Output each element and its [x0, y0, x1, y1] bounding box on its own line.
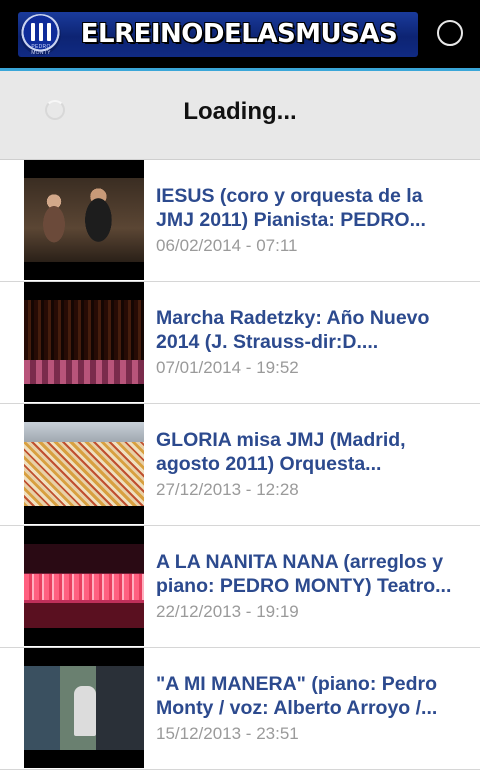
- video-list-item[interactable]: "A MI MANERA" (piano: Pedro Monty / voz:…: [0, 648, 480, 770]
- site-banner[interactable]: PEDRO MONTY ELREINODELASMUSAS: [18, 12, 418, 57]
- video-title[interactable]: A LA NANITA NANA (arreglos y piano: PEDR…: [156, 550, 466, 598]
- video-date: 07/01/2014 - 19:52: [156, 358, 299, 377]
- video-thumbnail[interactable]: [24, 282, 144, 402]
- video-list-item[interactable]: GLORIA misa JMJ (Madrid, agosto 2011) Or…: [0, 404, 480, 526]
- video-title[interactable]: IESUS (coro y orquesta de la JMJ 2011) P…: [156, 184, 466, 232]
- app-header: PEDRO MONTY ELREINODELASMUSAS: [0, 0, 480, 71]
- video-date: 27/12/2013 - 12:28: [156, 480, 299, 499]
- video-thumbnail[interactable]: [24, 648, 144, 768]
- music-bars-logo-icon: PEDRO MONTY: [20, 14, 61, 56]
- logo-caption: PEDRO MONTY: [31, 44, 51, 56]
- video-list-item[interactable]: IESUS (coro y orquesta de la JMJ 2011) P…: [0, 160, 480, 282]
- circle-icon[interactable]: [437, 20, 463, 46]
- video-thumbnail[interactable]: [24, 160, 144, 280]
- video-thumbnail[interactable]: [24, 404, 144, 524]
- site-title: ELREINODELASMUSAS: [80, 19, 398, 49]
- loading-text: Loading...: [183, 98, 297, 125]
- video-list-item[interactable]: Marcha Radetzky: Año Nuevo 2014 (J. Stra…: [0, 282, 480, 404]
- video-title[interactable]: GLORIA misa JMJ (Madrid, agosto 2011) Or…: [156, 428, 466, 476]
- video-title[interactable]: Marcha Radetzky: Año Nuevo 2014 (J. Stra…: [156, 306, 466, 354]
- video-list: IESUS (coro y orquesta de la JMJ 2011) P…: [0, 160, 480, 770]
- video-date: 22/12/2013 - 19:19: [156, 602, 299, 621]
- video-thumbnail[interactable]: [24, 526, 144, 646]
- video-title[interactable]: "A MI MANERA" (piano: Pedro Monty / voz:…: [156, 672, 466, 720]
- video-list-item[interactable]: A LA NANITA NANA (arreglos y piano: PEDR…: [0, 526, 480, 648]
- video-date: 06/02/2014 - 07:11: [156, 236, 298, 255]
- video-date: 15/12/2013 - 23:51: [156, 724, 299, 743]
